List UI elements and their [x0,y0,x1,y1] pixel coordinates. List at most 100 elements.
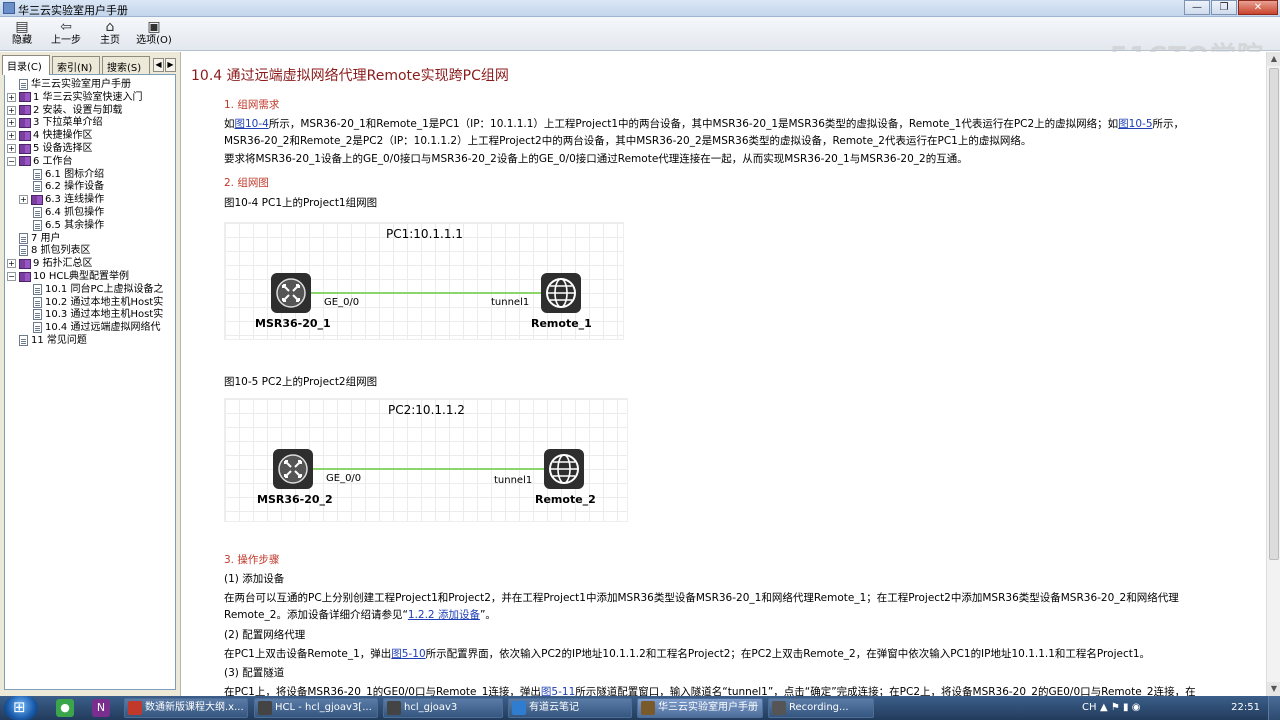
tree-item[interactable]: 6.2 操作设备 [33,180,104,193]
step-1-text-b: Remote_2。添加设备详细介绍请参见“1.2.2 添加设备”。 [224,607,1254,624]
contents-tree: 华三云实验室用户手册 +1 华三云实验室快速入门 +2 安装、设置与卸载 +3 下拉菜… [4,74,176,690]
tree-item-label: 6.5 其余操作 [45,219,105,231]
book-icon [19,143,31,154]
tree-item[interactable]: 10.3 通过本地主机Host实 [33,308,163,321]
expand-icon[interactable]: + [7,144,16,153]
link-add-device[interactable]: 1.2.2 添加设备 [408,609,480,621]
book-icon [19,271,31,282]
taskbar-item[interactable]: 有道云笔记 [508,698,632,718]
show-desktop-button[interactable] [1268,696,1280,720]
text-run: 所示配置界面，依次输入PC2的IP地址10.1.1.2和工程名Project2；… [425,648,1151,660]
tree-item[interactable]: 华三云实验室用户手册 [7,78,131,91]
tray-icons: ▲ ⚑ ▮ ◉ [1100,702,1141,713]
collapse-icon[interactable]: − [7,272,16,281]
scroll-up-icon[interactable]: ▲ [1267,52,1280,66]
page-icon [33,219,42,231]
taskbar-item[interactable]: Recording... [768,698,874,718]
tree-item[interactable]: +2 安装、设置与卸载 [7,104,123,117]
expand-icon[interactable]: + [7,259,16,269]
scroll-down-icon[interactable]: ▼ [1267,682,1280,696]
options-label: 选项(O) [136,35,172,46]
tab-index[interactable]: 索引(N) [52,56,100,74]
book-icon [19,92,31,103]
book-icon [31,194,43,205]
link-figure-5-11[interactable]: 图5-11 [541,686,575,696]
tree-item-label: 4 快捷操作区 [33,130,93,142]
link-figure-10-4[interactable]: 图10-4 [235,118,269,130]
window-controls: — ❐ ✕ [1183,0,1278,16]
tree-item[interactable]: 6.5 其余操作 [33,219,104,232]
tree-item[interactable]: 8 抓包列表区 [7,244,91,257]
scrollbar-thumb[interactable] [1269,68,1279,560]
close-button[interactable]: ✕ [1238,0,1278,15]
collapse-icon[interactable]: − [7,156,16,166]
windows-taskbar: ● N 数通新版课程大纲.x... HCL - hcl_gjoav3[... hcl… [0,696,1280,720]
link-figure-10-5[interactable]: 图10-5 [1118,118,1152,130]
hide-button[interactable]: ▤ 隐藏 [0,19,44,49]
page-icon [33,296,42,308]
tab-scroll-right-icon[interactable]: ▶ [165,58,176,72]
figure-caption-10-5: 图10-5 PC2上的Project2组网图 [224,376,378,388]
taskbar-item[interactable]: 数通新版课程大纲.x... [124,698,248,718]
tree-item[interactable]: − 10 HCL典型配置举例 [7,270,129,283]
expand-icon[interactable]: + [19,195,28,205]
home-icon: ⌂ [105,19,115,35]
onenote-quicklaunch-icon[interactable]: N [92,699,110,717]
tree-item[interactable]: +5 设备选择区 [7,142,93,155]
book-icon [19,130,31,141]
text-run: 所示， [1152,118,1185,130]
expand-icon[interactable]: + [7,105,16,115]
language-indicator[interactable]: CH [1082,696,1097,720]
navigation-pane: 目录(C) 索引(N) 搜索(S) ◀ ▶ 华三云实验室用户手册 +1 华三云实验… [0,52,181,696]
back-button[interactable]: ⇦ 上一步 [44,19,88,49]
back-label: 上一步 [51,35,81,46]
help-toolbar: ▤ 隐藏 ⇦ 上一步 ⌂ 主页 ▣ 选项(O) [0,17,1280,51]
home-button[interactable]: ⌂ 主页 [88,19,132,49]
book-icon [19,156,31,167]
taskbar-item[interactable]: HCL - hcl_gjoav3[... [254,698,378,718]
tab-contents[interactable]: 目录(C) [2,55,50,75]
tree-item[interactable]: +1 华三云实验室快速入门 [7,91,143,104]
port-label-right: tunnel1 [494,475,533,486]
pc-label: PC1:10.1.1.1 [386,227,463,241]
step-3-title: (3) 配置隧道 [224,667,285,679]
tree-item-label: 3 下拉菜单介绍 [33,117,103,129]
page-icon [19,335,28,346]
tree-item[interactable]: +9 拓扑汇总区 [7,257,93,270]
tree-item[interactable]: +3 下拉菜单介绍 [7,116,103,129]
start-button[interactable] [4,696,38,720]
tree-item[interactable]: +4 快捷操作区 [7,129,93,142]
browser-quicklaunch-icon[interactable]: ● [56,699,74,717]
tree-item[interactable]: 6.4 抓包操作 [33,206,104,219]
minimize-button[interactable]: — [1184,0,1210,15]
tab-search[interactable]: 搜索(S) [102,56,150,74]
topic-content: 10.4 通过远端虚拟网络代理Remote实现跨PC组网 1. 组网需求 如图1… [182,52,1266,696]
tree-item[interactable]: +6.3 连线操作 [19,193,104,206]
expand-icon[interactable]: + [7,131,16,141]
tree-item[interactable]: 10.1 同台PC上虚拟设备之 [33,283,163,296]
home-label: 主页 [100,35,120,46]
vertical-scrollbar[interactable]: ▲ ▼ [1266,52,1280,696]
tree-item[interactable]: − 6 工作台 [7,155,73,168]
tree-item-label: 5 设备选择区 [33,143,93,154]
expand-icon[interactable]: + [7,118,16,128]
expand-icon[interactable]: + [7,92,16,102]
link-figure-5-10[interactable]: 图5-10 [391,648,425,660]
tree-item[interactable]: 7 用户 [7,232,61,245]
taskbar-item-label: hcl_gjoav3 [404,702,458,713]
nav-tabs: 目录(C) 索引(N) 搜索(S) ◀ ▶ [2,55,179,75]
tree-item[interactable]: 10.2 通过本地主机Host实 [33,296,163,309]
taskbar-item[interactable]: hcl_gjoav3 [383,698,503,718]
step-2-title: (2) 配置网络代理 [224,629,306,641]
tab-scroll-left-icon[interactable]: ◀ [153,58,164,72]
text-run: 在PC1上，将设备MSR36-20_1的GE0/0口与Remote_1连接，弹出 [224,686,541,696]
options-button[interactable]: ▣ 选项(O) [132,19,176,49]
taskbar-item-label: HCL - hcl_gjoav3[... [275,702,372,713]
taskbar-clock[interactable]: 22:51 [1231,696,1260,720]
paragraph-requirements-3: 要求将MSR36-20_1设备上的GE_0/0接口与MSR36-20_2设备上的… [224,153,968,165]
maximize-button[interactable]: ❐ [1211,0,1237,15]
tree-item[interactable]: 11 常见问题 [7,334,87,347]
tree-item[interactable]: 6.1 图标介绍 [33,168,104,181]
tree-item[interactable]: 10.4 通过远端虚拟网络代 [33,321,160,334]
taskbar-item[interactable]: 华三云实验室用户手册 [637,698,763,718]
